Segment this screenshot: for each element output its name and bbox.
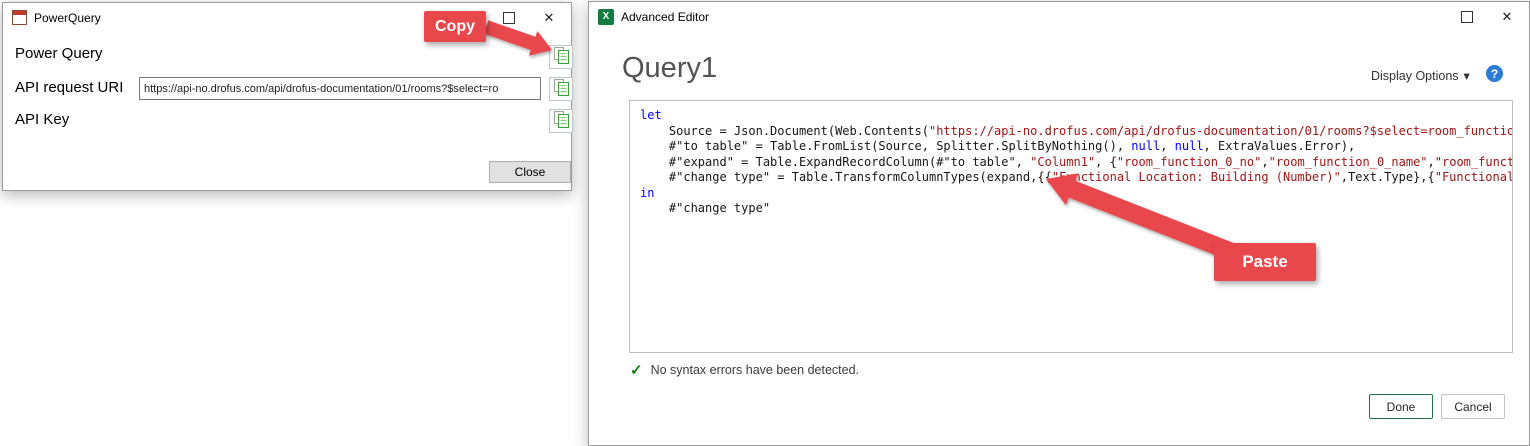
powerquery-app-icon [12,10,27,25]
copy-callout: Copy [424,11,486,42]
api-key-label: API Key [15,111,69,128]
powerquery-window-controls: ✕ [489,3,569,32]
code-line: let [640,108,1502,124]
close-dialog-button[interactable]: Close [489,161,571,183]
display-options-label: Display Options [1371,69,1459,83]
code-line: #"expand" = Table.ExpandRecordColumn(#"t… [640,155,1502,171]
copy-icon [553,47,570,68]
help-icon[interactable]: ? [1486,65,1503,82]
display-options-dropdown[interactable]: Display Options ▾ [1371,68,1470,83]
close-icon: ✕ [1502,9,1513,25]
copy-icon [553,111,570,132]
syntax-status: ✓ No syntax errors have been detected. [630,361,859,379]
powerquery-app-icon-bar [13,11,26,15]
close-window-button[interactable]: ✕ [529,4,569,32]
code-line: #"change type" [640,201,1502,217]
done-button[interactable]: Done [1369,394,1433,419]
api-request-uri-label: API request URI [15,79,123,96]
maximize-icon [503,12,515,24]
api-request-uri-input[interactable] [139,77,541,100]
code-line: #"to table" = Table.FromList(Source, Spl… [640,139,1502,155]
close-icon: ✕ [544,10,555,26]
chevron-down-icon: ▾ [1464,68,1470,83]
copy-api-key-button[interactable] [549,109,573,133]
copy-api-uri-button[interactable] [549,77,573,101]
maximize-button[interactable] [489,4,529,32]
powerquery-window-title: PowerQuery [34,11,101,25]
powerquery-dialog: PowerQuery ✕ Power Query API request URI… [2,2,572,191]
advanced-editor-window-controls: ✕ [1447,2,1527,31]
syntax-status-text: No syntax errors have been detected. [651,363,859,377]
code-lines: let Source = Json.Document(Web.Contents(… [640,108,1502,217]
code-line: #"change type" = Table.TransformColumnTy… [640,170,1502,186]
copy-power-query-button[interactable] [549,45,573,69]
advanced-editor-window: X Advanced Editor ✕ Query1 Display Optio… [588,1,1530,446]
code-line: Source = Json.Document(Web.Contents("htt… [640,124,1502,140]
paste-callout: Paste [1214,243,1316,281]
maximize-icon [1461,11,1473,23]
cancel-button[interactable]: Cancel [1441,394,1505,419]
excel-icon: X [598,9,614,25]
query-title: Query1 [622,52,717,85]
maximize-button[interactable] [1447,3,1487,31]
screenshot-root: { "colors": { "accent_red": "#e8474b", "… [0,0,1530,446]
advanced-editor-window-title: Advanced Editor [621,10,709,24]
power-query-label: Power Query [15,45,103,62]
advanced-editor-titlebar: X Advanced Editor ✕ [589,2,1529,31]
copy-icon [553,79,570,100]
check-icon: ✓ [630,361,643,379]
code-line: in [640,186,1502,202]
code-editor[interactable]: let Source = Json.Document(Web.Contents(… [629,100,1513,353]
close-window-button[interactable]: ✕ [1487,3,1527,31]
